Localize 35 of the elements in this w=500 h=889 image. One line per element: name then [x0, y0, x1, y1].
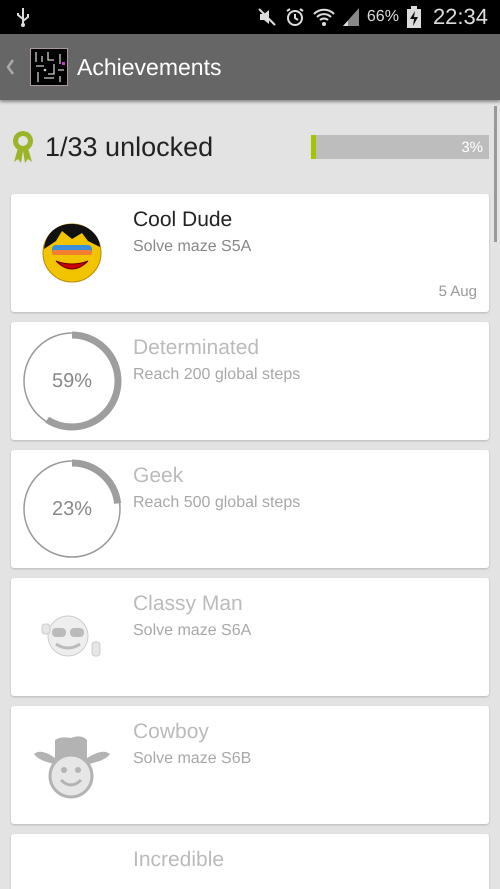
mute-icon — [256, 8, 277, 26]
unlock-date: 5 Aug — [438, 283, 477, 300]
maze-app-icon[interactable] — [30, 48, 68, 86]
battery-charging-icon — [406, 6, 421, 28]
battery-percentage: 66% — [366, 8, 399, 26]
wifi-icon — [312, 7, 335, 27]
achievement-card[interactable]: Cowboy Solve maze S6B — [11, 706, 489, 824]
achievement-title: Incredible — [133, 848, 224, 872]
achievement-card[interactable]: Incredible — [11, 834, 489, 889]
progress-percentage: 23% — [52, 498, 92, 520]
achievement-title: Classy Man — [133, 592, 244, 616]
progress-percentage: 3% — [461, 138, 484, 156]
achievement-card[interactable]: 59% Determinated Reach 200 global steps — [11, 322, 489, 440]
achievement-description: Reach 500 global steps — [133, 494, 300, 512]
smiley-sunglasses-icon — [42, 223, 102, 283]
achievement-description: Solve maze S5A — [133, 238, 252, 256]
achievement-title: Determinated — [133, 336, 260, 360]
back-chevron-icon[interactable] — [6, 59, 14, 75]
achievement-description: Solve maze S6B — [133, 750, 252, 768]
achievement-card[interactable]: Classy Man Solve maze S6A — [11, 578, 489, 696]
signal-icon — [342, 8, 359, 26]
usb-icon — [16, 7, 30, 27]
achievement-description: Reach 200 global steps — [133, 366, 300, 384]
progress-percentage: 59% — [52, 370, 92, 392]
award-ribbon-icon — [11, 130, 35, 164]
clock-time: 22:34 — [432, 4, 488, 30]
screen-title: Achievements — [77, 54, 222, 80]
achievement-title: Cool Dude — [133, 208, 234, 232]
achievement-description: Solve maze S6A — [133, 622, 252, 640]
achievement-title: Cowboy — [133, 720, 210, 744]
achievement-title: Geek — [133, 464, 184, 488]
alarm-icon — [284, 7, 305, 27]
unlocked-count: 1/33 unlocked — [45, 132, 214, 162]
achievement-card[interactable]: Cool Dude Solve maze S5A 5 Aug — [11, 194, 489, 312]
achievement-card[interactable]: 23% Geek Reach 500 global steps — [11, 450, 489, 568]
